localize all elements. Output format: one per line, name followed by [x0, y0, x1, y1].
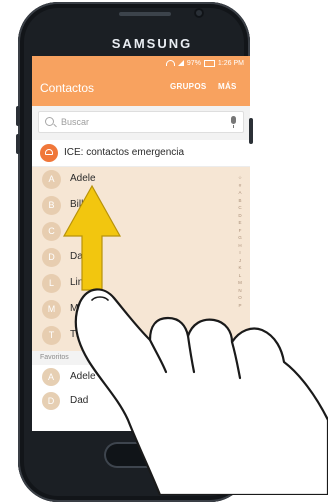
index-letter[interactable]: N — [235, 287, 245, 295]
index-letter[interactable]: P — [235, 302, 245, 310]
index-letter[interactable]: G — [235, 234, 245, 242]
contact-name: Dad — [70, 395, 89, 406]
home-button[interactable] — [104, 442, 178, 468]
avatar: D — [42, 248, 61, 267]
avatar: D — [42, 392, 60, 410]
more-button[interactable]: MÁS — [218, 82, 237, 91]
index-letter[interactable]: L — [235, 272, 245, 280]
index-letter[interactable]: B — [235, 197, 245, 205]
avatar: B — [42, 196, 61, 215]
phone-body: SAMSUNG 97% 1:26 PM Contactos GRUPOS MÁS… — [18, 2, 250, 502]
avatar: C — [42, 222, 61, 241]
list-item[interactable]: L Lin — [32, 271, 232, 297]
contact-name: Thomas — [70, 329, 107, 340]
app-bar: Contactos GRUPOS MÁS — [32, 70, 250, 106]
status-bar: 97% 1:26 PM — [32, 56, 250, 70]
contact-name: Bill — [70, 199, 84, 210]
favorite-item[interactable]: D Dad — [32, 389, 250, 413]
page-title: Contactos — [40, 81, 95, 95]
index-letter[interactable]: ☆ — [235, 174, 245, 182]
wifi-icon — [165, 60, 175, 66]
speaker-grille — [119, 12, 171, 16]
list-item[interactable]: T Thomas — [32, 323, 232, 349]
index-letter[interactable]: M — [235, 279, 245, 287]
brand-logo: SAMSUNG — [111, 36, 193, 51]
power-button — [249, 118, 253, 144]
signal-icon — [177, 60, 184, 66]
contact-name: Dad — [70, 251, 89, 262]
index-letter[interactable]: K — [235, 264, 245, 272]
list-item[interactable]: A Adele — [32, 167, 232, 193]
avatar: M — [42, 300, 61, 319]
index-letter[interactable]: F — [235, 227, 245, 235]
favorites-header-label: Favoritos — [40, 354, 69, 361]
volume-button — [16, 134, 20, 154]
favorites-header: Favoritos — [32, 351, 250, 365]
ice-contacts-row[interactable]: ICE: contactos emergencia — [32, 140, 250, 167]
index-letter[interactable]: # — [235, 182, 245, 190]
search-placeholder: Buscar — [61, 117, 90, 127]
groups-button[interactable]: GRUPOS — [170, 82, 206, 91]
contact-name: Adele — [70, 173, 96, 184]
avatar: T — [42, 326, 61, 345]
index-letter[interactable]: I — [235, 249, 245, 257]
index-letter[interactable]: E — [235, 219, 245, 227]
contact-name: Ca — [70, 225, 83, 236]
avatar: A — [42, 368, 60, 386]
favorite-item[interactable]: A Adele — [32, 365, 250, 389]
battery-icon — [203, 59, 215, 67]
volume-button — [16, 106, 20, 126]
index-letter[interactable]: O — [235, 294, 245, 302]
list-item[interactable]: B Bill — [32, 193, 232, 219]
contact-list[interactable]: A Adele B Bill C Ca D Dad L Lin M Mom T … — [32, 167, 250, 351]
list-item[interactable]: M Mom — [32, 297, 232, 323]
list-item[interactable]: D Dad — [32, 245, 232, 271]
medical-icon — [40, 144, 58, 162]
contact-name: Mom — [70, 303, 93, 314]
search-bar: Buscar — [32, 106, 250, 140]
index-letter[interactable]: J — [235, 257, 245, 265]
index-letter[interactable]: D — [235, 212, 245, 220]
phone-device: SAMSUNG 97% 1:26 PM Contactos GRUPOS MÁS… — [0, 0, 328, 502]
contact-name: Lin — [70, 277, 84, 288]
search-icon — [45, 117, 54, 126]
index-letter[interactable]: A — [235, 189, 245, 197]
screen: 97% 1:26 PM Contactos GRUPOS MÁS Buscar … — [32, 56, 250, 431]
search-input[interactable]: Buscar — [38, 111, 244, 133]
contact-name: Adele — [70, 371, 96, 382]
battery-percent: 97% — [186, 59, 201, 67]
index-letter[interactable]: H — [235, 242, 245, 250]
avatar: L — [42, 274, 61, 293]
mic-icon[interactable] — [231, 116, 236, 128]
index-letter[interactable]: C — [235, 204, 245, 212]
camera-icon — [194, 8, 204, 18]
list-item[interactable]: C Ca — [32, 219, 232, 245]
avatar: A — [42, 170, 61, 189]
status-time: 1:26 PM — [217, 59, 244, 67]
ice-label: ICE: contactos emergencia — [64, 147, 185, 158]
alphabet-index-scroller[interactable]: ☆ # A B C D E F G H I J K L M N O P — [235, 174, 245, 344]
